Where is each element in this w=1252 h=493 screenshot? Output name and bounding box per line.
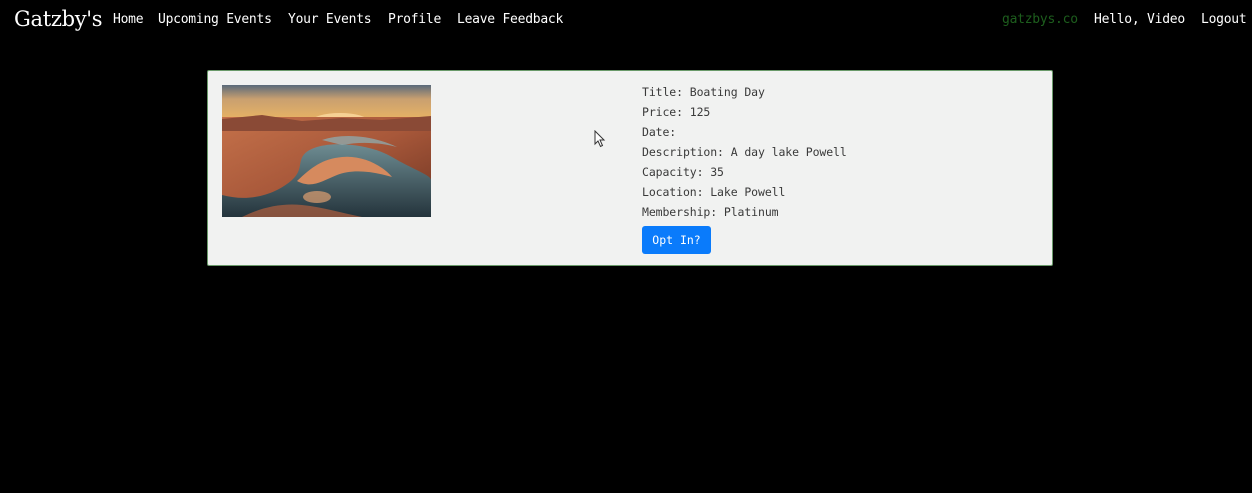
nav-site-link[interactable]: gatzbys.co — [1002, 12, 1078, 27]
event-description: Description: A day lake Powell — [642, 145, 847, 159]
nav-leave-feedback[interactable]: Leave Feedback — [457, 12, 563, 27]
brand-logo[interactable]: Gatzby's — [14, 7, 103, 31]
event-membership: Membership: Platinum — [642, 205, 779, 219]
canyon-lake-photo — [222, 85, 431, 217]
nav-greeting[interactable]: Hello, Video — [1094, 12, 1185, 27]
event-card: Title: Boating Day Price: 125 Date: Desc… — [207, 70, 1053, 266]
event-details: Title: Boating Day Price: 125 Date: Desc… — [642, 84, 847, 224]
mouse-cursor-icon — [594, 130, 606, 148]
navbar: Gatzby's Home Upcoming Events Your Event… — [0, 0, 1252, 42]
nav-home[interactable]: Home — [113, 12, 144, 27]
opt-in-button[interactable]: Opt In? — [642, 226, 711, 254]
nav-upcoming-events[interactable]: Upcoming Events — [158, 12, 272, 27]
event-date: Date: — [642, 125, 677, 139]
nav-profile[interactable]: Profile — [388, 12, 441, 27]
event-image — [222, 85, 431, 217]
event-title: Title: Boating Day — [642, 85, 765, 99]
nav-logout[interactable]: Logout — [1201, 12, 1247, 27]
nav-your-events[interactable]: Your Events — [288, 12, 372, 27]
event-capacity: Capacity: 35 — [642, 165, 724, 179]
event-location: Location: Lake Powell — [642, 185, 786, 199]
event-price: Price: 125 — [642, 105, 711, 119]
